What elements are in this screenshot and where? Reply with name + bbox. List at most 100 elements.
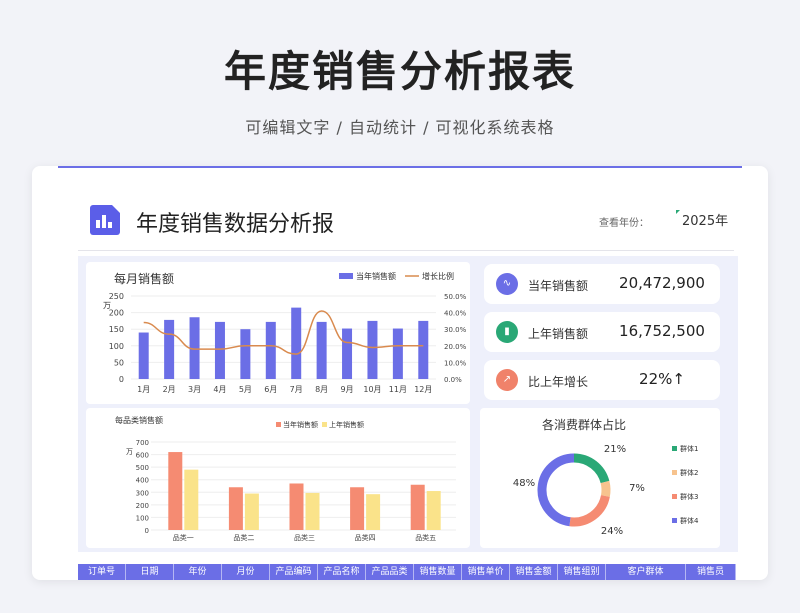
table-header-cell[interactable]: 日期 <box>126 564 174 580</box>
legend-swatch <box>339 273 353 279</box>
hero-subtitle: 可编辑文字 / 自动统计 / 可视化系统表格 <box>245 118 555 137</box>
hero-title: 年度销售分析报表 <box>223 47 576 96</box>
category-sales-panel: 每品类销售额 当年销售额 上年销售额万 0 100 200 300 400 500 600 700… <box>86 408 470 548</box>
kpi-label: 比上年增长 <box>528 375 589 389</box>
x-tick-label: 11月 <box>389 385 407 394</box>
bar <box>240 329 251 379</box>
table-header-cell[interactable]: 销售数量 <box>414 564 462 580</box>
table-header-cell[interactable]: 产品品类 <box>366 564 414 580</box>
bar <box>316 321 327 379</box>
table-header-cell[interactable]: 客户群体 <box>606 564 686 580</box>
x-tick-label: 品类二 <box>233 533 254 542</box>
series-line <box>143 310 424 355</box>
bar <box>164 319 175 379</box>
y-tick-label: 0 <box>145 527 149 535</box>
kpi-current-year: ∿ 当年销售额 20,472,900 <box>484 264 720 304</box>
table-header-cell[interactable]: 销售组别 <box>558 564 606 580</box>
bar <box>289 483 304 530</box>
legend-swatch <box>672 470 677 475</box>
y-tick-label: 500 <box>136 464 149 472</box>
bar <box>305 492 320 530</box>
y-axis-unit: 万 <box>126 448 133 456</box>
legend-label: 群体4 <box>680 516 699 525</box>
legend-swatch <box>672 494 677 499</box>
kpi-value: 16,752,500 <box>619 322 705 340</box>
x-tick-label: 2月 <box>163 385 176 394</box>
x-tick-label: 12月 <box>414 385 432 394</box>
header-divider <box>78 250 734 251</box>
donut-slice <box>573 453 610 484</box>
category-sales-chart: 当年销售额 上年销售额万 0 100 200 300 400 500 600 700 品类一 品类二 品… <box>126 420 456 542</box>
kpi-label: 当年销售额 <box>528 279 589 293</box>
x-tick-label: 10月 <box>363 385 381 394</box>
year-selector[interactable]: 2025年 <box>676 210 728 229</box>
y-tick-label: 100 <box>136 514 149 522</box>
y-tick-label: 200 <box>136 502 149 510</box>
slice-label: 48% <box>513 478 535 489</box>
bar <box>426 491 441 530</box>
bar <box>392 328 403 379</box>
y-tick-label: 150 <box>109 325 124 334</box>
bar <box>138 332 149 379</box>
bar <box>342 328 353 379</box>
slice-label: 7% <box>629 483 645 494</box>
bar <box>291 307 302 379</box>
legend-label: 上年销售额 <box>329 420 364 429</box>
y-tick-label: 700 <box>136 439 149 447</box>
table-header-cell[interactable]: 年份 <box>174 564 222 580</box>
y-tick-label: 300 <box>136 489 149 497</box>
y-tick-label: 400 <box>136 477 149 485</box>
slice-label: 21% <box>604 444 626 455</box>
table-header-cell[interactable]: 销售金额 <box>510 564 558 580</box>
y-tick-label: 0 <box>119 375 124 384</box>
bar <box>418 320 429 379</box>
x-tick-label: 品类三 <box>294 533 315 542</box>
bar-chart-icon: ▮ <box>496 321 518 343</box>
donut-slice <box>600 480 611 497</box>
y-tick-label: 600 <box>136 452 149 460</box>
monthly-sales-chart: 当年销售额 增长比例万0501001502002500.0%10.0%20.0%3… <box>103 271 467 394</box>
y-tick-label: 200 <box>109 309 124 318</box>
kpi-label: 上年销售额 <box>528 327 589 341</box>
table-header-cell[interactable]: 销售单价 <box>462 564 510 580</box>
y-tick-label: 100 <box>109 342 124 351</box>
line-chart-icon: ∿ <box>496 273 518 295</box>
y2-tick-label: 0.0% <box>444 376 462 384</box>
legend-label: 当年销售额 <box>283 420 318 429</box>
report-logo-icon <box>90 205 120 235</box>
donut-slice <box>537 453 575 527</box>
table-header-cell[interactable]: 产品名称 <box>318 564 366 580</box>
legend-label: 群体3 <box>680 492 698 501</box>
bar <box>214 321 225 379</box>
y2-tick-label: 40.0% <box>444 310 467 318</box>
slice-label: 24% <box>601 526 623 537</box>
donut-slice <box>569 494 610 527</box>
bar <box>410 484 425 530</box>
table-header-cell[interactable]: 订单号 <box>78 564 126 580</box>
consumer-group-panel: 各消费群体占比 21% 7% 24% 48% 群体1 群体2 群体3 群体4 <box>480 408 720 548</box>
legend-label: 增长比例 <box>422 271 454 281</box>
table-header-cell[interactable]: 销售员 <box>686 564 736 580</box>
x-tick-label: 9月 <box>340 385 353 394</box>
y2-tick-label: 30.0% <box>444 326 467 334</box>
y-tick-label: 50 <box>114 358 124 367</box>
table-header-cell[interactable]: 产品编码 <box>270 564 318 580</box>
x-tick-label: 6月 <box>264 385 277 394</box>
x-tick-label: 5月 <box>239 385 252 394</box>
x-tick-label: 品类五 <box>415 533 436 542</box>
legend-swatch <box>672 446 677 451</box>
x-tick-label: 品类四 <box>355 533 376 542</box>
kpi-value: 20,472,900 <box>619 274 705 292</box>
x-tick-label: 品类一 <box>173 533 194 542</box>
report-card: 年度销售数据分析报 查看年份： 2025年 每月销售额 当年销售额 增长比例万 0 5… <box>32 166 768 580</box>
table-header-cell[interactable]: 月份 <box>222 564 270 580</box>
year-value: 2025年 <box>682 214 729 229</box>
y2-tick-label: 50.0% <box>444 293 467 301</box>
kpi-growth: ↗ 比上年增长 22%↑ <box>484 360 720 400</box>
bar <box>366 494 381 530</box>
consumer-group-chart: 21% 7% 24% 48% 群体1 群体2 群体3 群体4 <box>513 444 699 537</box>
card-accent-line <box>58 166 742 168</box>
monthly-sales-panel: 每月销售额 当年销售额 增长比例万 0 50 100 150 200 250 0.0% 10.0%… <box>86 262 470 404</box>
y2-tick-label: 10.0% <box>444 359 467 367</box>
x-tick-label: 3月 <box>188 385 201 394</box>
